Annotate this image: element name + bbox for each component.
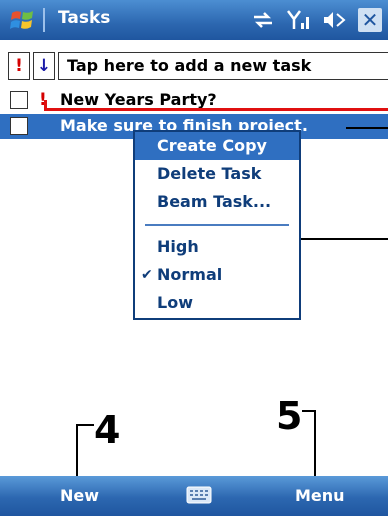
app-title: Tasks bbox=[58, 8, 111, 28]
priority-filter-button[interactable]: ! bbox=[8, 52, 30, 80]
new-task-entry[interactable]: Tap here to add a new task bbox=[58, 52, 388, 80]
sync-icon[interactable] bbox=[252, 10, 274, 30]
sort-order-button[interactable]: ↓ bbox=[33, 52, 55, 80]
menu-separator bbox=[145, 224, 289, 226]
softkey-bar: New Menu bbox=[0, 476, 388, 516]
windows-start-icon[interactable] bbox=[8, 7, 36, 33]
task-checkbox[interactable] bbox=[10, 91, 28, 109]
menu-item-normal[interactable]: ✔ Normal bbox=[135, 261, 299, 289]
status-icons: ✕ bbox=[252, 8, 382, 32]
menu-item-high[interactable]: High bbox=[135, 233, 299, 261]
check-icon: ✔ bbox=[141, 267, 153, 283]
callout-line bbox=[76, 424, 94, 426]
title-separator bbox=[43, 8, 45, 32]
new-softkey[interactable]: New bbox=[60, 486, 99, 505]
menu-item-low[interactable]: Low bbox=[135, 289, 299, 317]
callout-number-4: 4 bbox=[94, 408, 121, 452]
volume-icon[interactable] bbox=[322, 10, 346, 30]
task-checkbox[interactable] bbox=[10, 117, 28, 135]
title-bar: Tasks ✕ bbox=[0, 0, 388, 40]
menu-item-label: Normal bbox=[157, 265, 223, 284]
callout-number-5: 5 bbox=[276, 394, 303, 438]
callout-line bbox=[76, 424, 78, 476]
close-icon[interactable]: ✕ bbox=[358, 8, 382, 32]
callout-line bbox=[346, 127, 388, 129]
context-menu: Create Copy Delete Task Beam Task... Hig… bbox=[133, 130, 301, 320]
menu-item-create-copy[interactable]: Create Copy bbox=[135, 132, 299, 160]
callout-line bbox=[301, 238, 388, 240]
menu-softkey[interactable]: Menu bbox=[295, 486, 345, 505]
callout-line bbox=[314, 410, 316, 476]
signal-icon[interactable] bbox=[286, 9, 310, 31]
keyboard-icon[interactable] bbox=[186, 486, 212, 504]
task-title: New Years Party? bbox=[60, 90, 217, 109]
callout-line-red bbox=[44, 108, 388, 111]
task-toolbar: ! ↓ Tap here to add a new task bbox=[0, 52, 388, 82]
menu-item-delete-task[interactable]: Delete Task bbox=[135, 160, 299, 188]
menu-item-beam-task[interactable]: Beam Task... bbox=[135, 188, 299, 216]
